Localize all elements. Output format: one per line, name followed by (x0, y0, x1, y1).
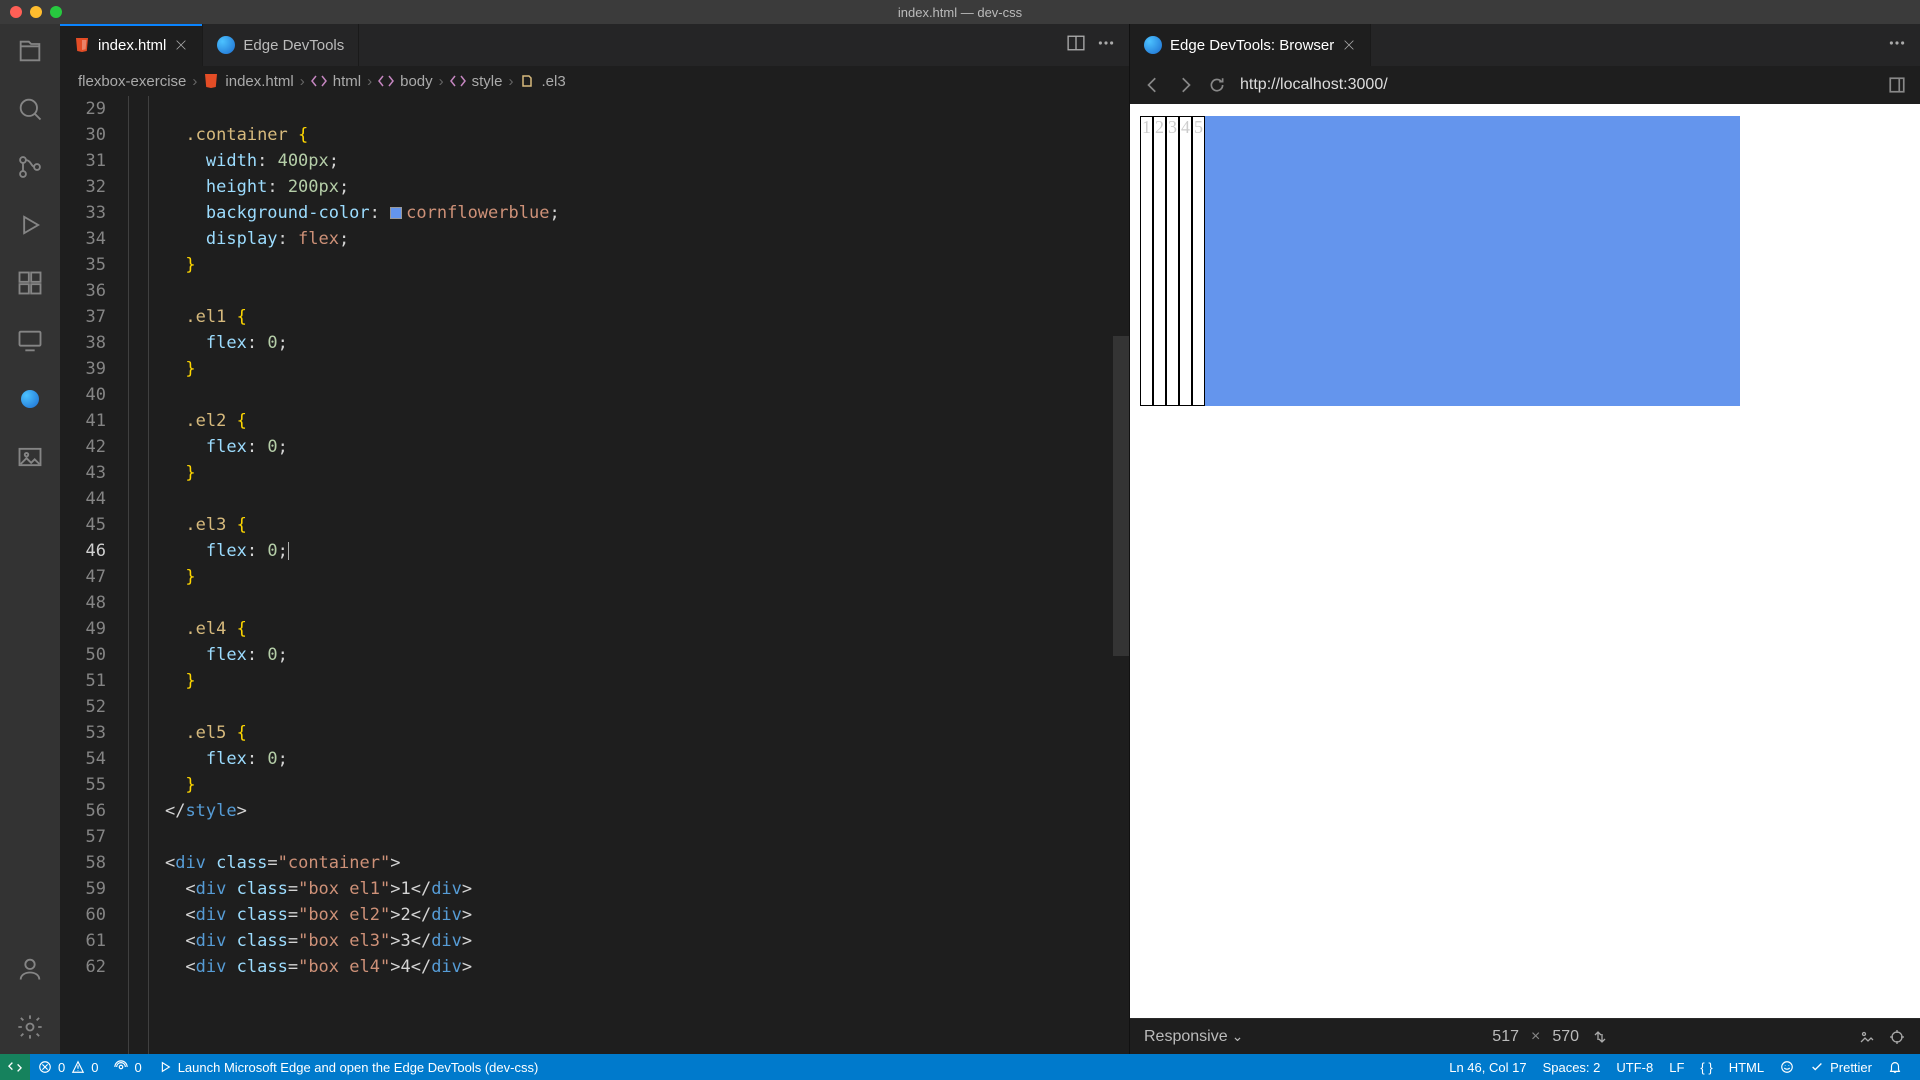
browser-tabs: Edge DevTools: Browser (1130, 24, 1920, 66)
line-gutter: 2930313233343536373839404142434445464748… (60, 96, 124, 1054)
tag-icon (378, 73, 394, 89)
code-content[interactable]: .container { width: 400px; height: 200px… (124, 96, 1129, 1054)
editor-group: index.html Edge DevTools flexbox-exercis… (60, 24, 1130, 1054)
breadcrumb[interactable]: flexbox-exercise › index.html › html › b… (60, 66, 1129, 96)
crumb-body: body (378, 73, 433, 90)
explorer-icon[interactable] (15, 36, 45, 66)
image-icon[interactable] (15, 442, 45, 472)
screenshot-icon[interactable] (1858, 1028, 1876, 1046)
preview-box: 2 (1153, 116, 1166, 406)
inspect-icon[interactable] (1888, 1028, 1906, 1046)
remote-button[interactable] (0, 1054, 30, 1080)
encoding[interactable]: UTF-8 (1608, 1060, 1661, 1075)
reload-icon[interactable] (1208, 76, 1226, 94)
html-file-icon (203, 73, 219, 89)
errors-warnings[interactable]: 0 0 (30, 1054, 106, 1080)
more-actions-icon[interactable] (1097, 34, 1115, 57)
bell-icon[interactable] (1880, 1060, 1910, 1074)
scrollbar-thumb[interactable] (1113, 336, 1129, 656)
eol[interactable]: LF (1661, 1060, 1692, 1075)
close-icon[interactable] (1342, 38, 1356, 52)
window-title: index.html — dev-css (898, 5, 1022, 20)
preview-container: 12345 (1140, 116, 1740, 406)
tag-icon (311, 73, 327, 89)
source-control-icon[interactable] (15, 152, 45, 182)
traffic-light-min[interactable] (30, 6, 42, 18)
selector-icon (519, 73, 535, 89)
settings-icon[interactable] (15, 1012, 45, 1042)
remote-icon[interactable] (15, 326, 45, 356)
split-editor-icon[interactable] (1067, 34, 1085, 57)
url-input[interactable]: http://localhost:3000/ (1240, 76, 1874, 94)
edge-tools-icon[interactable] (15, 384, 45, 414)
search-icon[interactable] (15, 94, 45, 124)
extensions-icon[interactable] (15, 268, 45, 298)
more-actions-icon[interactable] (1888, 34, 1906, 57)
prettier[interactable]: Prettier (1802, 1060, 1880, 1075)
rotate-icon[interactable] (1591, 1028, 1609, 1046)
smiley-icon[interactable] (1772, 1060, 1802, 1074)
preview-box: 1 (1140, 116, 1153, 406)
edge-icon (217, 36, 235, 54)
account-icon[interactable] (15, 954, 45, 984)
forward-icon[interactable] (1176, 76, 1194, 94)
dim-x: × (1531, 1028, 1540, 1046)
mac-titlebar: index.html — dev-css (0, 0, 1920, 24)
cursor-position[interactable]: Ln 46, Col 17 (1441, 1060, 1534, 1075)
launch-edge[interactable]: Launch Microsoft Edge and open the Edge … (150, 1054, 547, 1080)
tab-label: Edge DevTools (243, 37, 344, 54)
activity-bar (0, 24, 60, 1054)
crumb-html: html (311, 73, 361, 90)
port-forward[interactable]: 0 (106, 1054, 149, 1080)
page-preview[interactable]: 12345 (1130, 104, 1920, 1018)
crumb-file: index.html (203, 73, 293, 90)
device-mode[interactable]: Responsive (1144, 1028, 1243, 1046)
tab-devtools-browser[interactable]: Edge DevTools: Browser (1130, 24, 1371, 66)
viewport-width[interactable]: 517 (1492, 1028, 1519, 1046)
tab-edge-devtools[interactable]: Edge DevTools (203, 24, 359, 66)
indent-spaces[interactable]: Spaces: 2 (1535, 1060, 1609, 1075)
code-editor[interactable]: 2930313233343536373839404142434445464748… (60, 96, 1129, 1054)
run-debug-icon[interactable] (15, 210, 45, 240)
devtools-browser-panel: Edge DevTools: Browser http://localhost:… (1130, 24, 1920, 1054)
editor-tabs: index.html Edge DevTools (60, 24, 1129, 66)
preview-box: 3 (1166, 116, 1179, 406)
crumb-selector: .el3 (519, 73, 565, 90)
language-mode[interactable]: HTML (1721, 1060, 1772, 1075)
tab-label: index.html (98, 37, 166, 54)
preview-box: 5 (1192, 116, 1205, 406)
traffic-light-max[interactable] (50, 6, 62, 18)
tab-index-html[interactable]: index.html (60, 24, 203, 66)
traffic-light-close[interactable] (10, 6, 22, 18)
tab-label: Edge DevTools: Browser (1170, 37, 1334, 54)
viewport-height[interactable]: 570 (1552, 1028, 1579, 1046)
status-bar: 0 0 0 Launch Microsoft Edge and open the… (0, 1054, 1920, 1080)
curly-icon[interactable]: { } (1692, 1060, 1720, 1075)
html-file-icon (74, 37, 90, 53)
dock-icon[interactable] (1888, 76, 1906, 94)
close-icon[interactable] (174, 38, 188, 52)
back-icon[interactable] (1144, 76, 1162, 94)
device-toolbar: Responsive 517 × 570 (1130, 1018, 1920, 1054)
preview-box: 4 (1179, 116, 1192, 406)
crumb-style: style (450, 73, 503, 90)
address-bar: http://localhost:3000/ (1130, 66, 1920, 104)
tag-icon (450, 73, 466, 89)
edge-icon (1144, 36, 1162, 54)
crumb-project: flexbox-exercise (78, 73, 186, 90)
